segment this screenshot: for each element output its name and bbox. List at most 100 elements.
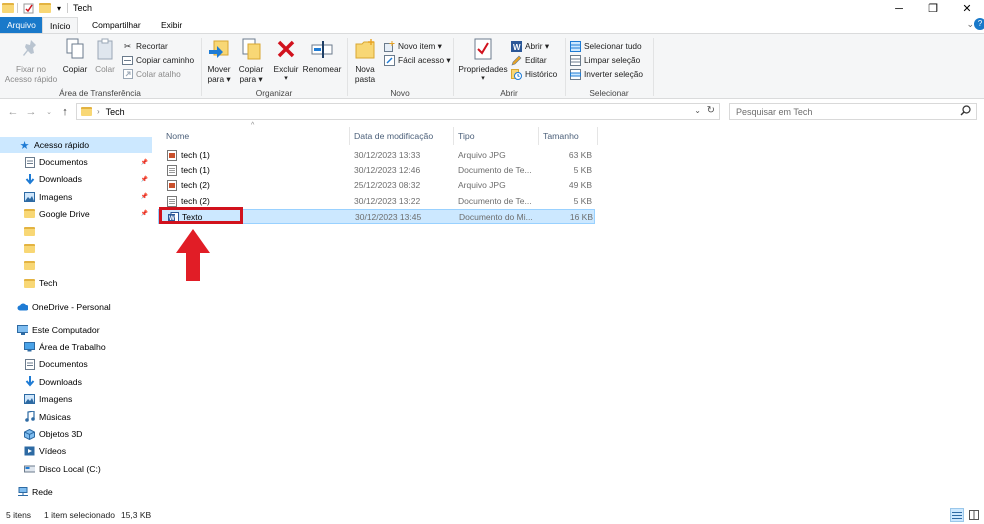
copy-path-button[interactable]: Copiar caminho xyxy=(122,53,194,67)
drive-icon xyxy=(24,463,35,474)
properties-button[interactable]: Propriedades ▾ xyxy=(456,37,510,84)
open-button[interactable]: W Abrir ▾ xyxy=(511,39,557,53)
column-separator[interactable] xyxy=(453,127,454,145)
paste-label: Colar xyxy=(95,64,115,74)
document-icon xyxy=(24,156,35,168)
large-icons-view-icon[interactable] xyxy=(967,508,981,522)
properties-quick-icon[interactable] xyxy=(22,2,34,14)
maximize-button[interactable]: ❐ xyxy=(916,0,950,17)
network-icon xyxy=(17,486,28,498)
column-header-name[interactable]: Nome xyxy=(166,127,348,145)
column-separator[interactable] xyxy=(349,127,350,145)
status-selected: 1 item selecionado xyxy=(44,510,115,520)
column-header-date[interactable]: Data de modificação xyxy=(354,127,454,145)
close-button[interactable]: ✕ xyxy=(950,0,984,17)
nav-quick-item[interactable]: Google Drive 📌 xyxy=(0,206,152,222)
copy-button[interactable]: Copiar xyxy=(60,37,90,74)
nav-quick-item[interactable]: Documentos 📌 xyxy=(0,154,152,170)
history-button[interactable]: Histórico xyxy=(511,67,557,81)
file-row[interactable]: tech (2) 25/12/2023 08:32 Arquivo JPG 49 KB xyxy=(158,178,595,193)
easy-access-button[interactable]: Fácil acesso ▾ xyxy=(384,53,451,67)
address-dropdown-icon[interactable]: ⌄ xyxy=(694,106,701,115)
pin-icon[interactable]: 📌 xyxy=(141,176,148,183)
nav-quick-item[interactable] xyxy=(0,258,152,274)
forward-arrow-icon[interactable]: → xyxy=(24,105,38,119)
recent-locations-icon[interactable]: ⌄ xyxy=(42,105,56,119)
copy-to-button[interactable]: Copiar para ▾ xyxy=(236,37,266,84)
pin-icon[interactable]: 📌 xyxy=(141,210,148,217)
nav-pc-item[interactable]: Downloads xyxy=(0,374,152,390)
edit-button[interactable]: Editar xyxy=(511,53,557,67)
paste-shortcut-button[interactable]: Colar atalho xyxy=(122,67,194,81)
nav-this-pc[interactable]: Este Computador xyxy=(0,322,152,338)
open-small-buttons: W Abrir ▾ Editar Histórico xyxy=(511,39,557,81)
paste-button[interactable]: Colar xyxy=(92,37,118,74)
nav-pc-item[interactable]: Disco Local (C:) xyxy=(0,461,152,477)
file-size: 16 KB xyxy=(569,211,593,222)
new-item-button[interactable]: Novo item ▾ xyxy=(384,39,451,53)
search-icon[interactable] xyxy=(960,105,971,118)
file-name: tech (2) xyxy=(181,195,210,206)
nav-pc-item[interactable]: Área de Trabalho xyxy=(0,339,152,355)
move-to-button[interactable]: Mover para ▾ xyxy=(204,37,234,84)
nav-pc-item[interactable]: Documentos xyxy=(0,356,152,372)
nav-quick-item[interactable]: Downloads 📌 xyxy=(0,171,152,187)
customize-quick-access-icon[interactable]: ▾ xyxy=(54,2,64,14)
search-input[interactable]: Pesquisar em Tech xyxy=(729,103,977,120)
delete-button[interactable]: Excluir ▾ xyxy=(270,37,302,84)
nav-pc-item[interactable]: Músicas xyxy=(0,409,152,425)
nav-quick-item[interactable] xyxy=(0,223,152,239)
tab-file[interactable]: Arquivo xyxy=(0,17,43,33)
cut-button[interactable]: ✂ Recortar xyxy=(122,39,194,53)
nav-quick-access[interactable]: ★ Acesso rápido xyxy=(0,137,152,153)
properties-dropdown-icon[interactable]: ▾ xyxy=(456,74,510,84)
properties-icon xyxy=(472,37,494,61)
new-folder-button[interactable]: Nova pasta xyxy=(350,37,380,84)
copy-to-label: Copiar para ▾ xyxy=(238,64,264,84)
column-separator[interactable] xyxy=(597,127,598,145)
column-header-size[interactable]: Tamanho xyxy=(543,127,595,145)
pictures-icon xyxy=(24,191,35,202)
tab-share[interactable]: Compartilhar xyxy=(85,17,148,33)
details-view-icon[interactable] xyxy=(950,508,964,522)
file-row[interactable]: tech (1) 30/12/2023 12:46 Documento de Te.… xyxy=(158,163,595,178)
desktop-icon xyxy=(24,342,35,353)
nav-onedrive[interactable]: OneDrive - Personal xyxy=(0,299,152,315)
pin-icon[interactable]: 📌 xyxy=(141,159,148,166)
nav-label: Downloads xyxy=(39,174,82,185)
up-arrow-icon[interactable]: ↑ xyxy=(58,105,72,119)
back-arrow-icon[interactable]: ← xyxy=(6,105,20,119)
refresh-icon[interactable]: ↻ xyxy=(707,105,715,116)
help-icon[interactable]: ? xyxy=(974,18,984,30)
file-size: 49 KB xyxy=(568,180,592,191)
nav-pc-item[interactable]: Imagens xyxy=(0,391,152,407)
pin-icon[interactable]: 📌 xyxy=(141,193,148,200)
paste-shortcut-label: Colar atalho xyxy=(136,69,181,79)
expand-ribbon-icon[interactable]: ⌄ xyxy=(966,19,974,30)
nav-quick-item[interactable] xyxy=(0,241,152,257)
edit-label: Editar xyxy=(525,55,547,65)
select-none-button[interactable]: Limpar seleção xyxy=(570,53,643,67)
column-separator[interactable] xyxy=(538,127,539,145)
nav-pc-item[interactable]: Objetos 3D xyxy=(0,426,152,442)
file-type: Documento de Te... xyxy=(458,195,532,206)
minimize-button[interactable]: ─ xyxy=(882,0,916,17)
column-header-type[interactable]: Tipo xyxy=(458,127,536,145)
file-row[interactable]: tech (1) 30/12/2023 13:33 Arquivo JPG 63 KB xyxy=(158,148,595,163)
status-size: 15,3 KB xyxy=(120,510,152,520)
delete-dropdown-icon[interactable]: ▾ xyxy=(270,74,302,84)
move-to-icon xyxy=(208,37,230,61)
new-folder-quick-icon[interactable] xyxy=(39,2,51,14)
invert-selection-button[interactable]: Inverter seleção xyxy=(570,67,643,81)
nav-quick-item[interactable]: Tech xyxy=(0,275,152,291)
nav-network[interactable]: Rede xyxy=(0,484,152,500)
nav-quick-item[interactable]: Imagens 📌 xyxy=(0,189,152,205)
select-all-button[interactable]: Selecionar tudo xyxy=(570,39,643,53)
address-bar[interactable]: › Tech ⌄ ↻ xyxy=(76,103,720,120)
tab-home[interactable]: Início xyxy=(42,17,79,33)
pin-quick-access-button[interactable]: Fixar no Acesso rápido xyxy=(3,37,59,84)
tab-view[interactable]: Exibir xyxy=(154,17,189,33)
rename-button[interactable]: Renomear xyxy=(302,37,342,74)
nav-pc-item[interactable]: Vídeos xyxy=(0,443,152,459)
navigation-pane: ★ Acesso rápido Documentos 📌 Downloads 📌 Ima… xyxy=(0,126,152,506)
